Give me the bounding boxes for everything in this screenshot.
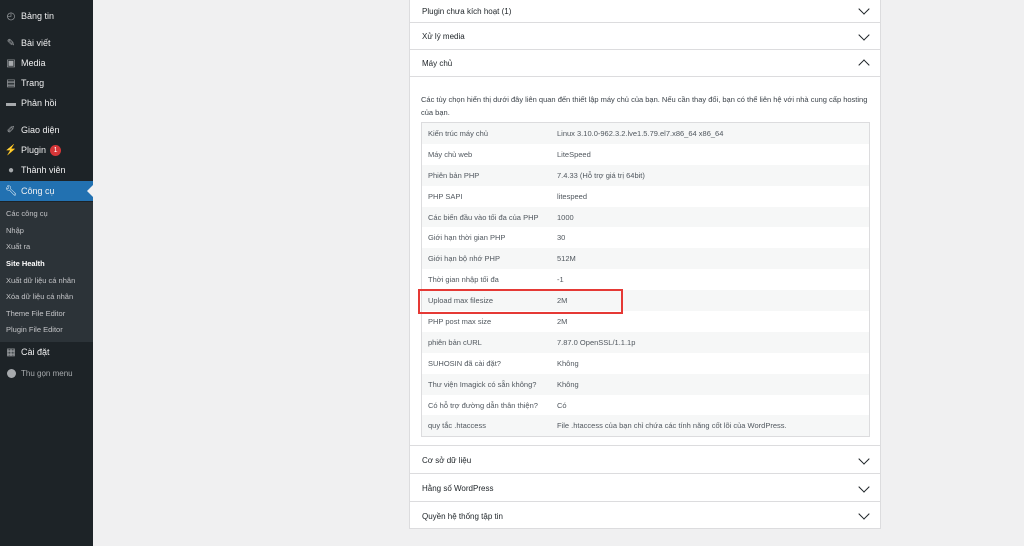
row-key: quy tắc .htaccess	[428, 421, 486, 431]
row-key: PHP post max size	[428, 316, 492, 326]
row-value: litespeed	[557, 191, 588, 201]
menu-users[interactable]: ● Thành viên	[0, 160, 93, 180]
collapse-menu-button[interactable]: Thu gọn menu	[0, 363, 93, 383]
row-key: Thư viện Imagick có sẵn không?	[428, 379, 537, 389]
menu-media[interactable]: ▣ Media	[0, 53, 93, 73]
tools-submenu: Các công cụ Nhập Xuất ra Site Health Xuấ…	[0, 202, 93, 342]
row-value: 512M	[557, 254, 576, 264]
row-value: Không	[557, 358, 579, 368]
chevron-down-icon	[858, 28, 870, 41]
menu-plugins[interactable]: ⚡ Plugin 1	[0, 140, 93, 160]
row-value: Không	[557, 379, 579, 389]
media-icon: ▣	[6, 57, 16, 69]
row-key: Phiên bản PHP	[428, 170, 480, 180]
highlight-box	[418, 289, 623, 314]
comment-icon: ▬	[6, 97, 16, 109]
table-row: Các biến đầu vào tối đa của PHP 1000	[422, 206, 869, 228]
page-icon: ▤	[6, 77, 16, 89]
menu-appearance[interactable]: ✐ Giao diện	[0, 120, 93, 140]
admin-sidebar: ◴ Bảng tin ✎ Bài viết ▣ Media ▤ Trang ▬ …	[0, 0, 93, 546]
table-row: Giới hạn bộ nhớ PHP 512M	[422, 248, 869, 270]
menu-dashboard[interactable]: ◴ Bảng tin	[0, 6, 93, 26]
row-value: Có	[557, 400, 567, 410]
row-value: 2M	[557, 316, 568, 326]
row-value: 7.4.33 (Hỗ trợ giá trị 64bit)	[557, 170, 645, 180]
submenu-plugin-file-editor[interactable]: Plugin File Editor	[6, 325, 63, 334]
row-value: 30	[557, 233, 566, 243]
row-key: Các biến đầu vào tối đa của PHP	[428, 212, 539, 222]
table-row: Thư viện Imagick có sẵn không? Không	[422, 373, 869, 395]
menu-posts[interactable]: ✎ Bài viết	[0, 33, 93, 53]
panel-title: Quyền hệ thống tập tin	[422, 511, 503, 521]
row-key: Kiến trúc máy chủ	[428, 128, 489, 138]
table-row: Có hỗ trợ đường dẫn thân thiện? Có	[422, 395, 869, 416]
plugin-icon: ⚡	[4, 144, 18, 156]
server-info-table: Kiến trúc máy chủ Linux 3.10.0-962.3.2.lv…	[421, 122, 870, 438]
table-row: Kiến trúc máy chủ Linux 3.10.0-962.3.2.lv…	[422, 123, 869, 144]
pin-icon: ✎	[6, 37, 16, 49]
row-key: Giới hạn thời gian PHP	[428, 233, 506, 243]
chevron-down-icon	[858, 452, 870, 465]
table-row: Phiên bản PHP 7.4.33 (Hỗ trợ giá trị 64bi…	[422, 164, 869, 186]
submenu-tools[interactable]: Các công cụ	[6, 209, 48, 218]
row-value: -1	[557, 275, 564, 285]
submenu-theme-file-editor[interactable]: Theme File Editor	[6, 309, 65, 318]
row-key: Giới hạn bộ nhớ PHP	[428, 254, 500, 264]
chevron-down-icon	[858, 508, 870, 520]
table-row: Thời gian nhập tối đa -1	[422, 269, 869, 290]
row-value: LiteSpeed	[557, 149, 591, 159]
row-key: Có hỗ trợ đường dẫn thân thiện?	[428, 400, 538, 410]
chevron-down-icon	[858, 3, 870, 15]
panel-filesystem[interactable]: Quyền hệ thống tập tin	[409, 501, 881, 529]
row-value: File .htaccess của bạn chỉ chứa các tính…	[557, 421, 787, 431]
panel-title: Xử lý media	[422, 32, 465, 41]
panel-title: Cơ sở dữ liệu	[422, 456, 472, 465]
chevron-up-icon	[858, 59, 870, 71]
chevron-down-icon	[858, 480, 870, 493]
active-indicator	[87, 185, 93, 197]
settings-icon: ▦	[6, 346, 16, 358]
panel-title: Máy chủ	[422, 58, 453, 68]
panel-wp-constants[interactable]: Hằng số WordPress	[409, 473, 881, 502]
table-row: quy tắc .htaccess File .htaccess của bạn …	[422, 415, 869, 437]
panel-server: Máy chủ Các tùy chọn hiển thị dưới đây l…	[409, 49, 881, 446]
row-value: 7.87.0 OpenSSL/1.1.1p	[557, 337, 636, 347]
user-icon: ●	[7, 164, 15, 176]
submenu-site-health[interactable]: Site Health	[6, 259, 45, 268]
table-row: Giới hạn thời gian PHP 30	[422, 227, 869, 248]
menu-tools[interactable]: 🔧︎ Công cụ	[0, 181, 93, 201]
submenu-import[interactable]: Nhập	[6, 226, 24, 235]
brush-icon: ✐	[6, 124, 16, 136]
submenu-erase-personal-data[interactable]: Xóa dữ liệu cá nhân	[6, 292, 73, 301]
table-row: phiên bản cURL 7.87.0 OpenSSL/1.1.1p	[422, 331, 869, 353]
row-key: phiên bản cURL	[428, 337, 482, 347]
row-value: 1000	[557, 212, 574, 222]
panel-inactive-plugins[interactable]: Plugin chưa kích hoạt (1)	[409, 0, 881, 23]
collapse-icon	[5, 367, 17, 379]
panel-title: Plugin chưa kích hoạt (1)	[422, 6, 512, 16]
row-key: PHP SAPI	[428, 191, 463, 201]
table-row: PHP SAPI litespeed	[422, 186, 869, 207]
row-value: Linux 3.10.0-962.3.2.lve1.5.79.el7.x86_6…	[557, 128, 724, 138]
update-badge: 1	[50, 144, 62, 156]
panel-title: Hằng số WordPress	[422, 484, 494, 493]
row-key: Thời gian nhập tối đa	[428, 275, 499, 285]
table-row: PHP post max size 2M	[422, 311, 869, 332]
server-description: Các tùy chọn hiển thị dưới đây liên quan…	[421, 95, 868, 117]
row-key: Máy chủ web	[428, 149, 473, 159]
submenu-export[interactable]: Xuất ra	[6, 242, 30, 251]
panel-media[interactable]: Xử lý media	[409, 22, 881, 50]
panel-server-header[interactable]: Máy chủ	[410, 50, 880, 77]
submenu-export-personal-data[interactable]: Xuất dữ liệu cá nhân	[6, 276, 75, 285]
table-row: Máy chủ web LiteSpeed	[422, 144, 869, 165]
wrench-icon: 🔧︎	[4, 185, 18, 197]
row-key: SUHOSIN đã cài đặt?	[428, 358, 501, 368]
menu-settings[interactable]: ▦ Cài đặt	[0, 342, 93, 362]
dashboard-icon: ◴	[6, 10, 16, 22]
menu-comments[interactable]: ▬ Phản hồi	[0, 93, 93, 113]
panel-database[interactable]: Cơ sở dữ liệu	[409, 445, 881, 474]
menu-pages[interactable]: ▤ Trang	[0, 73, 93, 93]
table-row: SUHOSIN đã cài đặt? Không	[422, 353, 869, 374]
